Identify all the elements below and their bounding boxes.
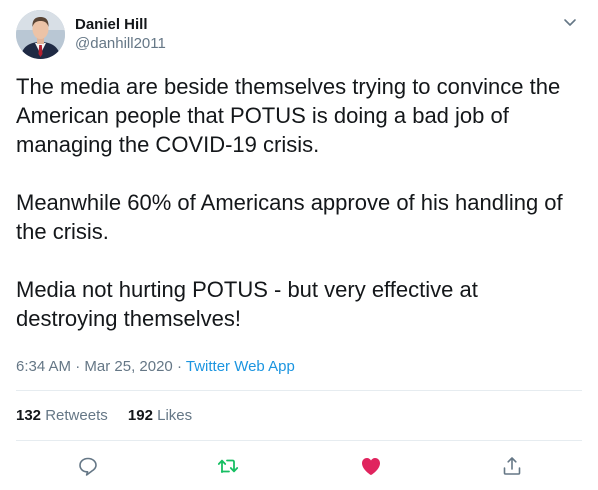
- avatar-photo: [16, 10, 65, 59]
- tweet-stats: 132 Retweets 192 Likes: [16, 406, 208, 426]
- retweet-icon[interactable]: [216, 454, 240, 478]
- tweet-paragraph: Media not hurting POTUS - but very effec…: [16, 277, 478, 331]
- reply-icon[interactable]: [76, 454, 100, 478]
- tweet-source-app[interactable]: Twitter Web App: [186, 358, 295, 375]
- tweet-time[interactable]: 6:34 AM: [16, 358, 71, 375]
- tweet-paragraph: Meanwhile 60% of Americans approve of hi…: [16, 190, 563, 244]
- avatar[interactable]: [16, 10, 65, 59]
- author-display-name[interactable]: Daniel Hill: [75, 15, 166, 34]
- author-names: Daniel Hill @danhill2011: [75, 15, 166, 53]
- tweet-date[interactable]: Mar 25, 2020: [84, 358, 172, 375]
- divider: [16, 390, 582, 391]
- retweets-label: Retweets: [45, 407, 108, 424]
- share-icon[interactable]: [500, 454, 524, 478]
- retweets-stat[interactable]: 132 Retweets: [16, 406, 108, 426]
- tweet-card: Daniel Hill @danhill2011 The media are b…: [0, 0, 598, 490]
- likes-stat[interactable]: 192 Likes: [128, 406, 192, 426]
- divider: [16, 440, 582, 441]
- tweet-actions: [16, 450, 582, 482]
- heart-icon[interactable]: [359, 454, 383, 478]
- chevron-down-icon[interactable]: [562, 14, 578, 30]
- author-handle[interactable]: @danhill2011: [75, 34, 166, 53]
- tweet-header: Daniel Hill @danhill2011: [16, 10, 582, 59]
- tweet-paragraph: The media are beside themselves trying t…: [16, 74, 561, 157]
- meta-separator: ·: [75, 358, 81, 375]
- likes-count: 192: [127, 407, 153, 424]
- meta-separator: ·: [176, 358, 182, 375]
- tweet-text: The media are beside themselves trying t…: [16, 72, 582, 333]
- tweet-meta: 6:34 AM · Mar 25, 2020 · Twitter Web App: [16, 357, 295, 377]
- retweets-count: 132: [16, 407, 42, 424]
- likes-label: Likes: [157, 407, 193, 424]
